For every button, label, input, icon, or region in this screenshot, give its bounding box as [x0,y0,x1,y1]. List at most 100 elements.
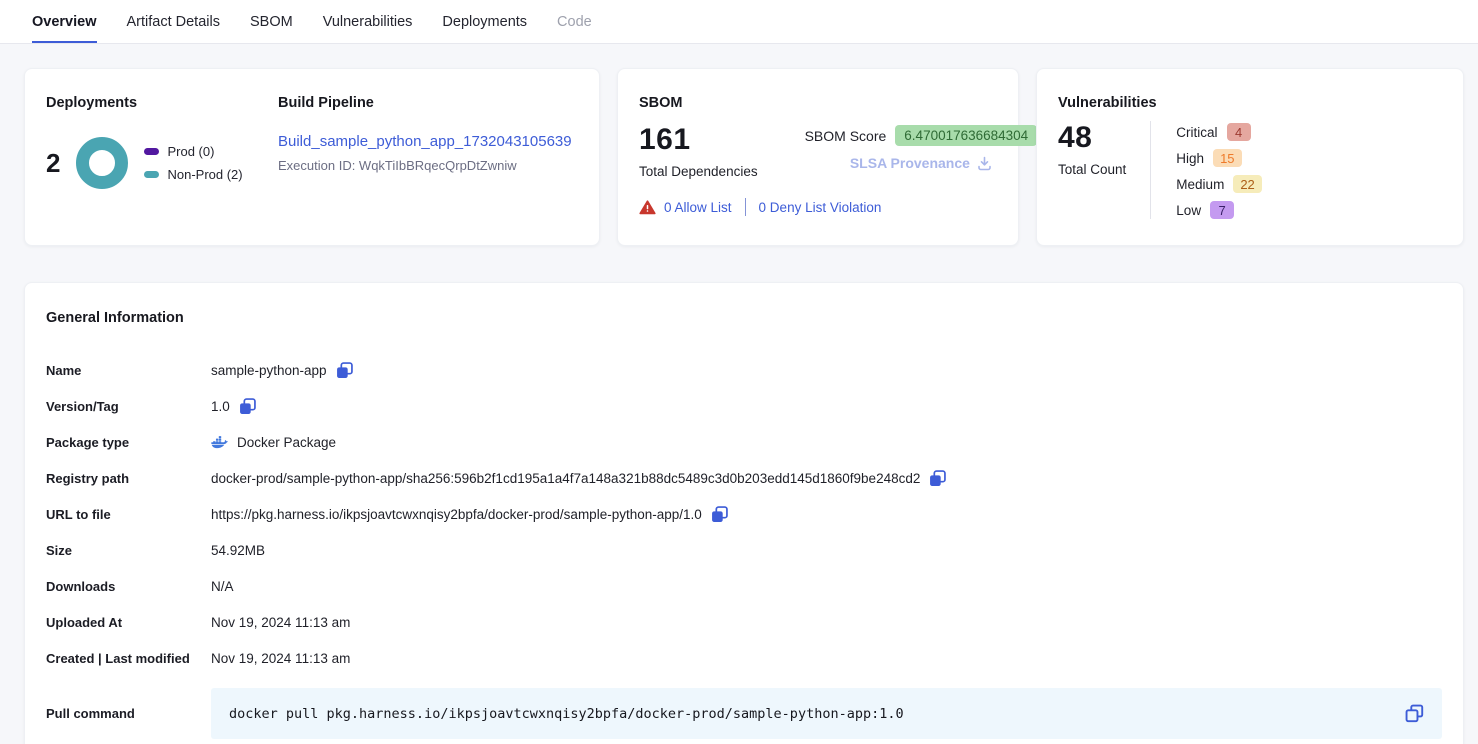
row-url-to-file-label: URL to file [46,507,211,522]
sbom-total-block: 161 Total Dependencies [639,123,758,179]
row-created-modified-label: Created | Last modified [46,651,211,666]
docker-whale-icon [211,436,228,449]
artifact-name-value: sample-python-app [211,363,327,378]
summary-cards-row: Deployments 2 Prod (0) Non-Prod (2) [24,68,1464,246]
pull-command-text: docker pull pkg.harness.io/ikpsjoavtcwxn… [229,706,904,722]
sbom-total-count: 161 [639,123,758,157]
sbom-score-block: SBOM Score 6.470017636684304 SLSA Proven… [780,123,1038,179]
tab-deployments[interactable]: Deployments [442,0,527,43]
tab-artifact-details[interactable]: Artifact Details [127,0,220,43]
row-downloads-label: Downloads [46,579,211,594]
general-information-rows: Name sample-python-app Version/Tag 1.0 [46,352,1442,739]
row-version-value-group: 1.0 [211,398,256,415]
high-count-badge: 15 [1213,149,1241,167]
vuln-total-block: 48 Total Count [1058,121,1126,219]
row-uploaded-at: Uploaded At Nov 19, 2024 11:13 am [46,604,1442,640]
medium-count-badge: 22 [1233,175,1261,193]
overview-content: Deployments 2 Prod (0) Non-Prod (2) [0,44,1478,744]
sbom-score-label: SBOM Score [805,128,887,144]
tab-vulnerabilities[interactable]: Vulnerabilities [323,0,413,43]
registry-path-value: docker-prod/sample-python-app/sha256:596… [211,471,920,486]
general-information-card: General Information Name sample-python-a… [24,282,1464,744]
row-pull-command: Pull command docker pull pkg.harness.io/… [46,688,1442,739]
deployments-donut-chart [76,137,128,189]
build-pipeline-section: Build Pipeline Build_sample_python_app_1… [278,95,578,219]
row-created-modified: Created | Last modified Nov 19, 2024 11:… [46,640,1442,676]
general-information-title: General Information [46,310,1442,326]
downloads-value: N/A [211,579,234,594]
row-size-label: Size [46,543,211,558]
critical-label: Critical [1176,125,1217,140]
deployments-total-count: 2 [46,148,60,179]
vuln-total-label: Total Count [1058,162,1126,177]
row-package-type-value-group: Docker Package [211,435,336,450]
vulnerabilities-summary: 48 Total Count Critical 4 High 15 Medium [1058,121,1442,219]
nonprod-legend-label: Non-Prod (2) [167,167,242,182]
download-icon [977,156,992,171]
vulnerabilities-title: Vulnerabilities [1058,95,1442,111]
sbom-card: SBOM 161 Total Dependencies SBOM Score 6… [617,68,1019,246]
row-downloads: Downloads N/A [46,568,1442,604]
prod-legend-label: Prod (0) [167,144,214,159]
sbom-title: SBOM [639,95,997,111]
severity-row-critical: Critical 4 [1176,123,1261,141]
slsa-provenance-label: SLSA Provenance [850,155,970,171]
tab-sbom[interactable]: SBOM [250,0,293,43]
version-tag-value: 1.0 [211,399,230,414]
deny-list-link[interactable]: 0 Deny List Violation [759,200,882,215]
row-package-type: Package type [46,424,1442,460]
allow-list-link[interactable]: 0 Allow List [639,200,732,215]
low-label: Low [1176,203,1201,218]
sbom-score-row: SBOM Score 6.470017636684304 [805,125,1038,146]
links-divider [745,198,746,216]
slsa-provenance-link[interactable]: SLSA Provenance [805,155,1038,171]
copy-url-button[interactable] [711,506,728,523]
prod-swatch-icon [144,148,159,155]
row-url-to-file-value-group: https://pkg.harness.io/ikpsjoavtcwxnqisy… [211,506,728,523]
row-version-label: Version/Tag [46,399,211,414]
artifact-tabbar: Overview Artifact Details SBOM Vulnerabi… [0,0,1478,44]
url-to-file-value: https://pkg.harness.io/ikpsjoavtcwxnqisy… [211,507,702,522]
size-value: 54.92MB [211,543,265,558]
pull-command-label: Pull command [46,706,211,721]
severity-list: Critical 4 High 15 Medium 22 Low 7 [1151,121,1261,219]
row-size: Size 54.92MB [46,532,1442,568]
row-name-value-group: sample-python-app [211,362,353,379]
deny-list-label: 0 Deny List Violation [759,200,882,215]
created-modified-value: Nov 19, 2024 11:13 am [211,651,350,666]
sbom-policy-links: 0 Allow List 0 Deny List Violation [639,198,997,216]
package-type-value: Docker Package [237,435,336,450]
deployments-legend: Prod (0) Non-Prod (2) [144,144,242,182]
sbom-summary: 161 Total Dependencies SBOM Score 6.4700… [639,123,997,179]
copy-version-button[interactable] [239,398,256,415]
legend-item-prod: Prod (0) [144,144,242,159]
high-label: High [1176,151,1204,166]
uploaded-at-value: Nov 19, 2024 11:13 am [211,615,350,630]
row-registry-path-value-group: docker-prod/sample-python-app/sha256:596… [211,470,946,487]
deployments-card: Deployments 2 Prod (0) Non-Prod (2) [24,68,600,246]
build-pipeline-title: Build Pipeline [278,95,578,111]
pull-command-box: docker pull pkg.harness.io/ikpsjoavtcwxn… [211,688,1442,739]
deployments-title: Deployments [46,95,278,111]
severity-row-high: High 15 [1176,149,1261,167]
row-package-type-label: Package type [46,435,211,450]
allow-list-label: 0 Allow List [664,200,732,215]
row-version: Version/Tag 1.0 [46,388,1442,424]
tab-overview[interactable]: Overview [32,0,97,43]
severity-row-low: Low 7 [1176,201,1261,219]
execution-id-text: Execution ID: WqkTiIbBRqecQrpDtZwniw [278,158,578,173]
row-registry-path-label: Registry path [46,471,211,486]
low-count-badge: 7 [1210,201,1234,219]
copy-registry-path-button[interactable] [929,470,946,487]
medium-label: Medium [1176,177,1224,192]
row-url-to-file: URL to file https://pkg.harness.io/ikpsj… [46,496,1442,532]
nonprod-swatch-icon [144,171,159,178]
copy-pull-command-button[interactable] [1405,704,1424,723]
copy-name-button[interactable] [336,362,353,379]
build-pipeline-link[interactable]: Build_sample_python_app_1732043105639 [278,133,572,150]
row-name: Name sample-python-app [46,352,1442,388]
vuln-total-count: 48 [1058,121,1126,155]
row-registry-path: Registry path docker-prod/sample-python-… [46,460,1442,496]
tab-code: Code [557,0,592,43]
vulnerabilities-card: Vulnerabilities 48 Total Count Critical … [1036,68,1464,246]
